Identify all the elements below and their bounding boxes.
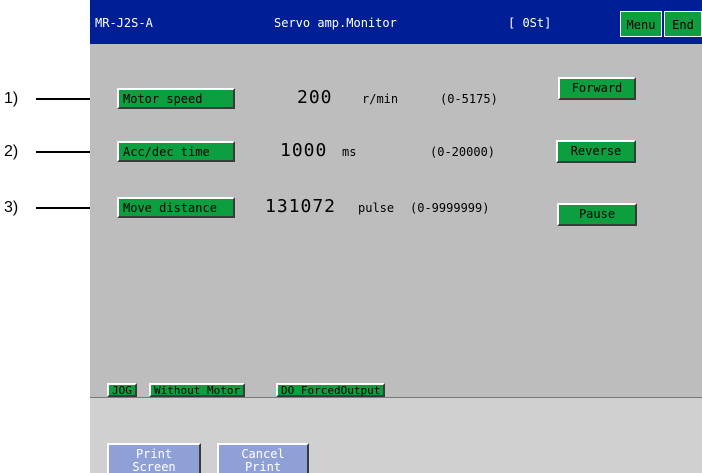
motor-speed-range: (0-5175) bbox=[440, 92, 498, 106]
acc-dec-time-button[interactable]: Acc/dec time bbox=[117, 141, 235, 162]
screen-title: Servo amp.Monitor bbox=[274, 16, 397, 30]
print-screen-button[interactable]: Print Screen bbox=[107, 443, 201, 473]
title-bar: MR-J2S-A Servo amp.Monitor [ 0St] Menu E… bbox=[90, 0, 702, 44]
tab-jog[interactable]: JOG bbox=[107, 383, 137, 397]
motor-speed-button[interactable]: Motor speed bbox=[117, 88, 235, 109]
station-number: [ 0St] bbox=[508, 16, 552, 30]
move-distance-unit: pulse bbox=[358, 201, 395, 215]
reverse-button[interactable]: Reverse bbox=[556, 140, 636, 163]
acc-dec-time-range: (0-20000) bbox=[430, 145, 496, 159]
pause-button[interactable]: Pause bbox=[557, 203, 637, 226]
acc-dec-time-unit: ms bbox=[342, 145, 357, 159]
servo-monitor-screen: MR-J2S-A Servo amp.Monitor [ 0St] Menu E… bbox=[90, 0, 702, 473]
tab-without-motor[interactable]: Without Motor bbox=[149, 383, 246, 397]
menu-button[interactable]: Menu bbox=[620, 11, 662, 37]
motor-speed-value[interactable]: 200 bbox=[297, 87, 333, 108]
move-distance-value[interactable]: 131072 bbox=[265, 196, 336, 217]
end-button[interactable]: End bbox=[664, 11, 702, 37]
move-distance-range: (0-9999999) bbox=[410, 201, 490, 215]
tab-do-forced-output[interactable]: DO ForcedOutput bbox=[276, 383, 386, 397]
motor-speed-unit: r/min bbox=[362, 92, 399, 106]
callout-number: 3) bbox=[4, 199, 19, 216]
acc-dec-time-value[interactable]: 1000 bbox=[280, 140, 327, 161]
cancel-print-button[interactable]: Cancel Print bbox=[217, 443, 309, 473]
callout-number: 1) bbox=[4, 90, 19, 107]
forward-button[interactable]: Forward bbox=[558, 77, 636, 100]
model-name: MR-J2S-A bbox=[95, 16, 153, 30]
callout-number: 2) bbox=[4, 143, 19, 160]
move-distance-button[interactable]: Move distance bbox=[117, 197, 235, 218]
